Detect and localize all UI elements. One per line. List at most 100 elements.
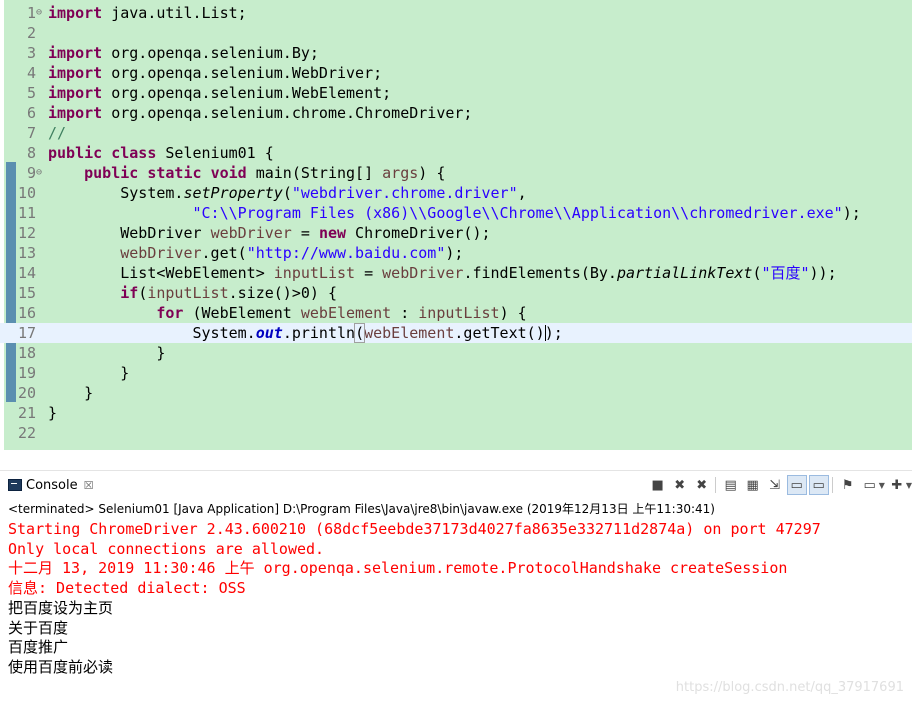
code-line[interactable]: 10 System.setProperty("webdriver.chrome.… — [0, 183, 912, 203]
remove-all-terminated-icon[interactable]: ✖ — [692, 475, 712, 495]
code-line[interactable]: 9 ⊖ public static void main(String[] args… — [0, 163, 912, 183]
code-token: "webdriver.chrome.driver" — [291, 184, 518, 202]
code-line[interactable]: 1 ⊖ import java.util.List; — [0, 3, 912, 23]
tab-console[interactable]: Console ☒ — [0, 472, 100, 498]
code-token: ); — [842, 204, 861, 222]
code-line[interactable]: 13 webDriver.get("http://www.baidu.com")… — [0, 243, 912, 263]
code-line[interactable]: 8 public class Selenium01 { — [0, 143, 912, 163]
code-token: } — [48, 404, 58, 422]
code-token: webDriver — [382, 264, 464, 282]
launch-status: <terminated> Selenium01 [Java Applicatio… — [8, 502, 715, 516]
dropdown-arrow-icon[interactable]: ▼ — [879, 481, 885, 490]
code-line[interactable]: 18 } — [0, 343, 912, 363]
code-text: // — [48, 123, 66, 143]
code-token: System. — [48, 184, 184, 202]
code-line[interactable]: 15 if(inputList.size()>0) { — [0, 283, 912, 303]
code-token: webElement — [364, 324, 455, 342]
code-token: public — [84, 164, 139, 182]
pin-console-icon[interactable]: ⚑ — [838, 475, 858, 495]
code-token: inputList — [273, 264, 356, 282]
code-token: System. — [48, 324, 256, 342]
code-token: } — [48, 364, 130, 382]
code-line[interactable]: 4 import org.openqa.selenium.WebDriver; — [0, 63, 912, 83]
code-token: partialLinkText — [616, 264, 753, 282]
console-line: Starting ChromeDriver 2.43.600210 (68dcf… — [8, 520, 821, 538]
console-toolbar: ■ ✖ ✖ ▤ ▦ ⇲ ▭ ▭ ⚑ ▭ ▼ ✚ ▼ — [646, 474, 912, 496]
terminate-icon[interactable]: ■ — [648, 475, 668, 495]
code-token: ( — [354, 323, 366, 343]
console-line: 使用百度前必读 — [8, 657, 114, 676]
open-console-icon[interactable]: ✚ — [887, 475, 907, 495]
code-line[interactable]: 6 import org.openqa.selenium.chrome.Chrom… — [0, 103, 912, 123]
code-line[interactable]: 21} — [0, 403, 912, 423]
code-text: import java.util.List; — [48, 3, 247, 23]
code-token: if — [120, 284, 139, 302]
code-line[interactable]: 16 for (WebElement webElement : inputLis… — [0, 303, 912, 323]
show-on-stderr-icon[interactable]: ▭ — [808, 475, 829, 495]
code-token: org.openqa.selenium.WebElement; — [102, 84, 392, 102]
view-splitter[interactable] — [0, 450, 912, 471]
code-token: void — [210, 164, 247, 182]
display-selected-console-icon[interactable]: ▭ — [860, 475, 880, 495]
fold-collapse-icon[interactable]: ⊖ — [36, 3, 46, 23]
line-number: 13 — [17, 244, 36, 262]
code-editor[interactable]: 1 ⊖ import java.util.List; 2 3 import org.ope… — [0, 0, 912, 450]
code-text: System.out.println(webElement.getText())… — [48, 323, 563, 343]
toolbar-separator — [831, 477, 833, 493]
code-token: org.openqa.selenium.chrome.ChromeDriver; — [102, 104, 473, 122]
code-line[interactable]: 2 — [0, 23, 912, 43]
line-number: 16 — [17, 304, 36, 322]
code-line-current[interactable]: 17 System.out.println(webElement.getText… — [0, 323, 912, 343]
code-token: main(String[] — [246, 164, 383, 182]
console-icon — [8, 479, 22, 491]
code-token: ( — [138, 284, 148, 302]
scroll-lock-icon[interactable]: ▦ — [743, 475, 763, 495]
code-line[interactable]: 14 List<WebElement> inputList = webDrive… — [0, 263, 912, 283]
line-number: 6 — [26, 104, 36, 122]
code-text: for (WebElement webElement : inputList) … — [48, 303, 526, 323]
code-text: } — [48, 343, 165, 363]
code-token: import — [48, 64, 103, 82]
code-line[interactable]: 22 — [0, 423, 912, 443]
code-line[interactable]: 19 } — [0, 363, 912, 383]
code-token: } — [48, 384, 94, 402]
line-number: 2 — [26, 24, 36, 42]
code-line[interactable]: 3 import org.openqa.selenium.By; — [0, 43, 912, 63]
console-line: 关于百度 — [8, 618, 69, 637]
clear-console-icon[interactable]: ▤ — [721, 475, 741, 495]
dropdown-arrow-icon[interactable]: ▼ — [906, 481, 912, 490]
code-line[interactable]: 11 "C:\\Program Files (x86)\\Google\\Chr… — [0, 203, 912, 223]
code-text: public class Selenium01 { — [48, 143, 274, 163]
line-number: 15 — [17, 284, 36, 302]
code-text: System.setProperty("webdriver.chrome.dri… — [48, 183, 527, 203]
code-line[interactable]: 20 } — [0, 383, 912, 403]
code-text: if(inputList.size()>0) { — [48, 283, 337, 303]
console-line: 把百度设为主页 — [8, 598, 114, 617]
remove-launch-icon[interactable]: ✖ — [670, 475, 690, 495]
code-text: "C:\\Program Files (x86)\\Google\\Chrome… — [48, 203, 861, 223]
tab-console-label: Console — [26, 477, 78, 493]
close-icon[interactable]: ☒ — [84, 479, 94, 492]
code-line[interactable]: 5 import org.openqa.selenium.WebElement; — [0, 83, 912, 103]
code-token: import — [48, 44, 103, 62]
console-line: 百度推广 — [8, 638, 69, 657]
code-token: webDriver — [120, 244, 202, 262]
code-token: static — [147, 164, 202, 182]
code-line[interactable]: 12 WebDriver webDriver = new ChromeDrive… — [0, 223, 912, 243]
code-token: "C:\\Program Files (x86)\\Google\\Chrome… — [156, 204, 843, 222]
show-on-stdout-icon[interactable]: ▭ — [786, 475, 807, 495]
line-number: 17 — [17, 324, 36, 342]
code-token: for — [156, 304, 184, 322]
code-text: import org.openqa.selenium.WebElement; — [48, 83, 391, 103]
code-token: org.openqa.selenium.By; — [102, 44, 319, 62]
word-wrap-icon[interactable]: ⇲ — [765, 475, 785, 495]
code-token: , — [517, 184, 527, 202]
fold-collapse-icon[interactable]: ⊖ — [36, 163, 46, 183]
code-line[interactable]: 7 // — [0, 123, 912, 143]
